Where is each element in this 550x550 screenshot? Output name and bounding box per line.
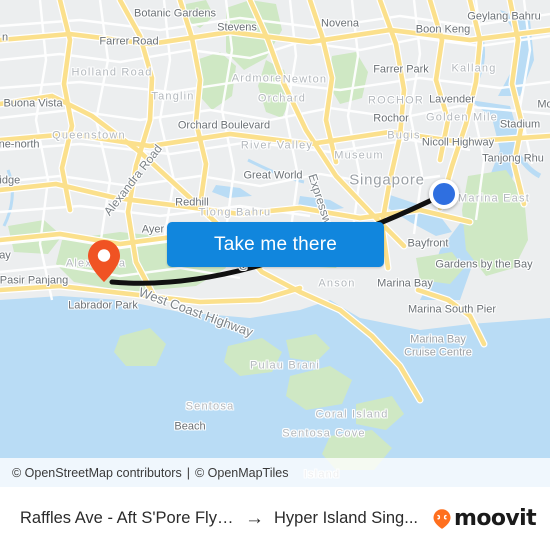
- moovit-trip-screen: Alexandra Road Expressway West Coast Hig…: [0, 0, 550, 550]
- moovit-wordmark: moovit: [454, 505, 537, 531]
- attribution-separator: |: [186, 465, 190, 480]
- destination-pin[interactable]: [87, 239, 121, 288]
- map-attribution: © OpenStreetMap contributors | © OpenMap…: [0, 458, 550, 487]
- moovit-logo[interactable]: moovit: [432, 505, 537, 531]
- take-me-there-button[interactable]: Take me there: [167, 222, 384, 267]
- trip-destination-label[interactable]: Hyper Island Sing...: [274, 509, 418, 528]
- attribution-maptiles[interactable]: © OpenMapTiles: [195, 466, 289, 480]
- arrow-right-icon: →: [245, 508, 264, 529]
- destination-pin-icon: [88, 240, 120, 282]
- trip-origin-label[interactable]: Raffles Ave - Aft S'Pore Flyer (...: [20, 509, 235, 528]
- take-me-there-label: Take me there: [214, 233, 337, 255]
- map-canvas[interactable]: Alexandra Road Expressway West Coast Hig…: [0, 0, 550, 487]
- trip-summary-bar: Raffles Ave - Aft S'Pore Flyer (... → Hy…: [0, 487, 550, 550]
- attribution-osm[interactable]: © OpenStreetMap contributors: [12, 466, 182, 480]
- origin-dot[interactable]: [429, 179, 459, 209]
- moovit-pin-icon: [433, 508, 451, 529]
